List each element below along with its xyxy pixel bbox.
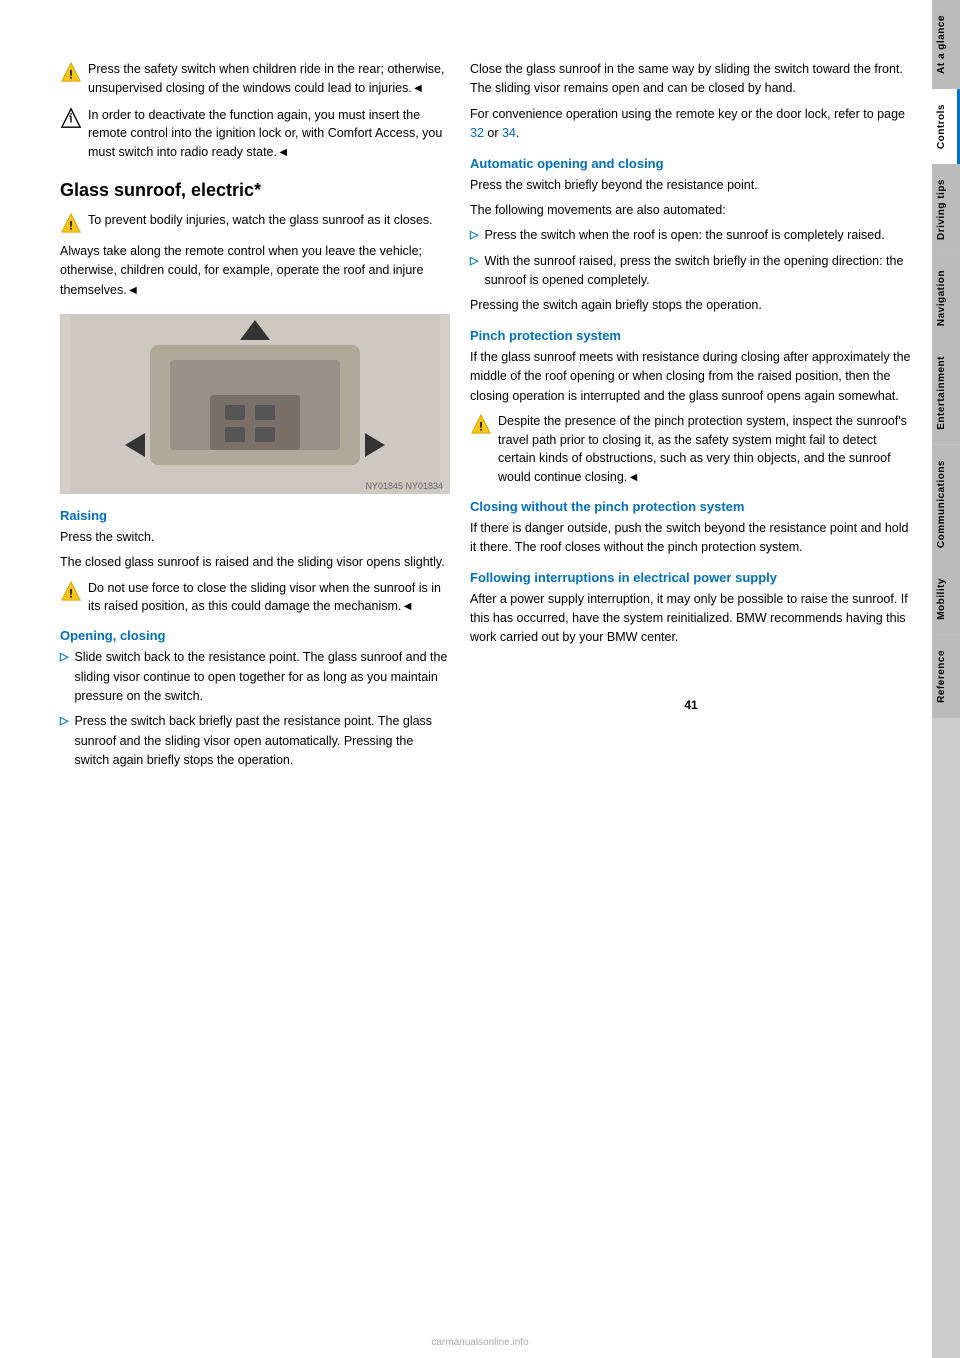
svg-text:!: !: [69, 586, 73, 600]
bullet-text-1: Slide switch back to the resistance poin…: [74, 648, 450, 706]
svg-text:!: !: [69, 67, 73, 81]
auto-bullet-text-1: Press the switch when the roof is open: …: [484, 226, 884, 245]
sidebar-tab-entertainment[interactable]: Entertainment: [932, 341, 960, 445]
raising-body-2: The closed glass sunroof is raised and t…: [60, 553, 450, 572]
sidebar-tab-mobility[interactable]: Mobility: [932, 563, 960, 635]
closing-no-pinch-title: Closing without the pinch protection sys…: [470, 499, 912, 514]
auto-bullet-2: ▷ With the sunroof raised, press the swi…: [470, 252, 912, 291]
sidebar: At a glance Controls Driving tips Naviga…: [932, 0, 960, 1358]
sunroof-image: NY01845 NY01834: [60, 314, 450, 494]
svg-text:!: !: [479, 419, 483, 433]
watermark: carmanualsonline.info: [431, 1337, 528, 1348]
auto-body-3: Pressing the switch again briefly stops …: [470, 296, 912, 315]
warning-text-1: Press the safety switch when children ri…: [88, 60, 450, 98]
closing-no-pinch-body: If there is danger outside, push the swi…: [470, 519, 912, 558]
info-text-1: In order to deactivate the function agai…: [88, 106, 450, 162]
pinch-warning-icon: !: [470, 413, 492, 435]
info-icon-1: [60, 107, 82, 129]
image-label: NY01845 NY01834: [365, 481, 443, 491]
bullet-item-2: ▷ Press the switch back briefly past the…: [60, 712, 450, 770]
automatic-body-1: Press the switch briefly beyond the resi…: [470, 176, 912, 195]
following-body: After a power supply interruption, it ma…: [470, 590, 912, 648]
following-title: Following interruptions in electrical po…: [470, 570, 912, 585]
sidebar-tab-at-a-glance[interactable]: At a glance: [932, 0, 960, 89]
right-column: Close the glass sunroof in the same way …: [470, 60, 912, 1298]
bullet-arrow-1: ▷: [60, 650, 68, 663]
sidebar-tab-driving-tips[interactable]: Driving tips: [932, 164, 960, 255]
warning-icon-1: !: [60, 61, 82, 83]
automatic-body-2: The following movements are also automat…: [470, 201, 912, 220]
raising-title: Raising: [60, 508, 450, 523]
bullet-item-1: ▷ Slide switch back to the resistance po…: [60, 648, 450, 706]
pinch-title: Pinch protection system: [470, 328, 912, 343]
auto-bullet-1: ▷ Press the switch when the roof is open…: [470, 226, 912, 245]
warning-text-3: Do not use force to close the sliding vi…: [88, 579, 450, 617]
auto-bullet-text-2: With the sunroof raised, press the switc…: [484, 252, 912, 291]
page-number: 41: [684, 698, 697, 712]
pinch-warning-text: Despite the presence of the pinch protec…: [498, 412, 912, 487]
right-intro-1: Close the glass sunroof in the same way …: [470, 60, 912, 99]
pinch-body-1: If the glass sunroof meets with resistan…: [470, 348, 912, 406]
raising-body-1: Press the switch.: [60, 528, 450, 547]
sidebar-tab-controls[interactable]: Controls: [932, 89, 960, 164]
bullet-arrow-2: ▷: [60, 714, 68, 727]
sidebar-tab-communications[interactable]: Communications: [932, 445, 960, 563]
warning-box-3: ! Do not use force to close the sliding …: [60, 579, 450, 617]
opening-closing-title: Opening, closing: [60, 628, 450, 643]
auto-arrow-1: ▷: [470, 228, 478, 241]
automatic-title: Automatic opening and closing: [470, 156, 912, 171]
auto-arrow-2: ▷: [470, 254, 478, 267]
page-link-34[interactable]: 34: [502, 126, 516, 140]
warning-text-2: To prevent bodily injuries, watch the gl…: [88, 211, 433, 230]
warning-box-1: ! Press the safety switch when children …: [60, 60, 450, 98]
warning-icon-3: !: [60, 580, 82, 602]
body-text-1: Always take along the remote control whe…: [60, 242, 450, 300]
right-intro-2: For convenience operation using the remo…: [470, 105, 912, 144]
svg-text:!: !: [69, 218, 73, 232]
page-link-32[interactable]: 32: [470, 126, 484, 140]
sidebar-tab-navigation[interactable]: Navigation: [932, 255, 960, 341]
bullet-text-2: Press the switch back briefly past the r…: [74, 712, 450, 770]
warning-box-2: ! To prevent bodily injuries, watch the …: [60, 211, 450, 234]
warning-icon-2: !: [60, 212, 82, 234]
sidebar-tab-reference[interactable]: Reference: [932, 635, 960, 718]
info-box-1: In order to deactivate the function agai…: [60, 106, 450, 162]
pinch-warning-box: ! Despite the presence of the pinch prot…: [470, 412, 912, 487]
left-column: ! Press the safety switch when children …: [60, 60, 450, 1298]
page-bottom: 41: [470, 678, 912, 712]
section-title: Glass sunroof, electric*: [60, 180, 450, 201]
